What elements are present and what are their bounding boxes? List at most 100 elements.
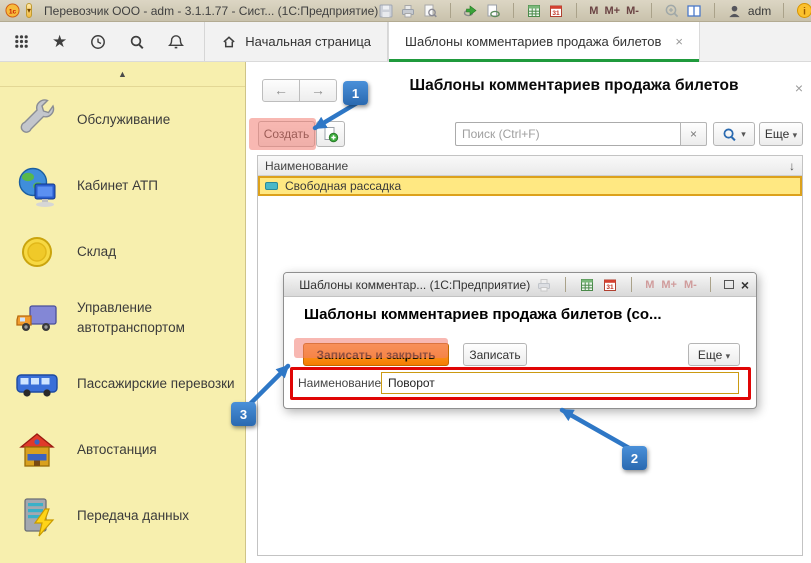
divider: [513, 3, 514, 18]
table-row[interactable]: Свободная рассадка: [258, 176, 802, 196]
sort-descending-icon[interactable]: ↓: [789, 159, 795, 173]
maximize-button[interactable]: [724, 280, 734, 289]
sidebar-item-label: Передача данных: [77, 506, 189, 526]
page-title: Шаблоны комментариев продажа билетов: [374, 77, 774, 95]
memory-m-plus-button: M+: [661, 279, 677, 291]
print-icon[interactable]: [400, 3, 416, 19]
save-icon[interactable]: [378, 3, 394, 19]
memory-m-plus-button[interactable]: M+: [604, 5, 620, 17]
favorites-icon[interactable]: ★: [52, 33, 67, 50]
save-button[interactable]: Записать: [463, 343, 527, 366]
notifications-bell-icon[interactable]: [168, 34, 184, 50]
go-to-link-icon[interactable]: [463, 3, 479, 19]
sidebar-item-warehouse[interactable]: Склад: [0, 219, 245, 285]
caret-down-icon: ▾: [741, 129, 746, 140]
title-bar: 1с ▾ Перевозчик ООО - adm - 3.1.1.77 - С…: [0, 0, 811, 22]
name-field-label: Наименование:: [298, 376, 385, 390]
truck-icon: [14, 295, 60, 341]
tab-templates[interactable]: Шаблоны комментариев продажа билетов ×: [388, 22, 700, 61]
coin-icon: [14, 229, 60, 275]
search-input[interactable]: [455, 122, 681, 146]
sidebar-item-fleet-management[interactable]: Управление автотранспортом: [0, 285, 245, 351]
svg-text:31: 31: [553, 9, 561, 16]
create-button[interactable]: Создать: [258, 121, 315, 147]
back-button[interactable]: ←: [262, 79, 300, 102]
sidebar-item-bus-station[interactable]: Автостанция: [0, 417, 245, 483]
svg-text:31: 31: [607, 283, 615, 290]
more-button[interactable]: Еще ▾: [688, 343, 740, 366]
dialog-title: Шаблоны комментар... (1С:Предприятие): [299, 278, 530, 292]
dialog-header: Шаблоны комментариев продажа билетов (со…: [304, 306, 662, 323]
name-input[interactable]: [381, 372, 739, 394]
clear-search-button[interactable]: ×: [680, 122, 707, 146]
calculator-icon[interactable]: [526, 3, 542, 19]
tab-home[interactable]: Начальная страница: [205, 22, 387, 61]
divider: [576, 3, 577, 18]
divider: [450, 3, 451, 18]
sections-panel: ▲ Обслуживание Кабинет АТП Склад: [0, 62, 246, 563]
sidebar-item-data-transfer[interactable]: Передача данных: [0, 483, 245, 549]
1c-logo-icon: 1с: [5, 3, 20, 18]
collapse-panel-button[interactable]: ▲: [0, 62, 245, 87]
tab-bar: ★ Начальная страница Шаблоны к: [0, 22, 811, 62]
search-options-button[interactable]: ▾: [713, 122, 755, 146]
info-icon[interactable]: i: [796, 2, 811, 19]
memory-m-minus-button: M-: [684, 279, 697, 291]
window-title: Перевозчик ООО - adm - 3.1.1.77 - Сист..…: [44, 4, 378, 18]
form-close-icon[interactable]: ×: [795, 80, 803, 96]
history-icon[interactable]: [90, 34, 106, 50]
wrench-icon: [14, 97, 60, 143]
divider: [714, 3, 715, 18]
sidebar-item-label: Кабинет АТП: [77, 176, 158, 196]
get-link-icon[interactable]: [485, 3, 501, 19]
calculator-icon[interactable]: [579, 277, 595, 293]
list-item-icon: [265, 182, 278, 190]
memory-m-button: M: [645, 279, 654, 291]
sidebar-item-service[interactable]: Обслуживание: [0, 87, 245, 153]
bus-icon: [14, 361, 60, 407]
calendar-icon[interactable]: 31: [602, 277, 618, 293]
search-icon: [722, 127, 737, 142]
column-name-label: Наименование: [265, 159, 348, 173]
annotation-badge-3: 3: [231, 402, 256, 426]
svg-text:1с: 1с: [9, 8, 17, 15]
forward-button[interactable]: →: [299, 79, 337, 102]
globe-monitor-icon: [14, 163, 60, 209]
divider: [783, 3, 784, 18]
new-document-icon: [322, 126, 339, 143]
svg-text:i: i: [803, 7, 806, 18]
memory-m-button[interactable]: M: [589, 5, 598, 17]
calendar-icon[interactable]: 31: [548, 3, 564, 19]
table-header[interactable]: Наименование ↓: [258, 156, 802, 176]
template-edit-dialog: 1с Шаблоны комментар... (1С:Предприятие): [283, 272, 757, 409]
zoom-icon[interactable]: [664, 3, 680, 19]
dialog-title-bar[interactable]: 1с Шаблоны комментар... (1С:Предприятие): [284, 273, 756, 297]
split-view-icon[interactable]: [686, 3, 702, 19]
sidebar-item-passenger-transport[interactable]: Пассажирские перевозки: [0, 351, 245, 417]
memory-m-minus-button[interactable]: M-: [626, 5, 639, 17]
tab-templates-label: Шаблоны комментариев продажа билетов: [405, 34, 661, 49]
search-icon[interactable]: [129, 34, 145, 50]
home-icon: [221, 34, 237, 49]
main-menu-button[interactable]: ▾: [26, 3, 32, 18]
create-group-button[interactable]: [316, 121, 345, 147]
user-icon: [727, 3, 742, 19]
divider: [631, 277, 632, 292]
current-user[interactable]: adm: [748, 4, 771, 18]
caret-down-icon: ▾: [726, 351, 731, 361]
apps-menu-icon[interactable]: [14, 34, 29, 49]
station-icon: [14, 427, 60, 473]
row-name: Свободная рассадка: [285, 179, 401, 193]
sidebar-item-atp-cabinet[interactable]: Кабинет АТП: [0, 153, 245, 219]
close-dialog-button[interactable]: ×: [741, 280, 749, 290]
sidebar-item-label: Управление автотранспортом: [77, 298, 237, 337]
print-preview-icon[interactable]: [422, 3, 438, 19]
save-and-close-button[interactable]: Записать и закрыть: [303, 343, 449, 366]
data-transfer-icon: [14, 493, 60, 539]
sidebar-item-label: Обслуживание: [77, 110, 170, 130]
print-icon: [536, 277, 552, 293]
tab-close-icon[interactable]: ×: [675, 34, 683, 49]
divider: [651, 3, 652, 18]
divider: [565, 277, 566, 292]
more-button[interactable]: Еще ▾: [759, 122, 803, 146]
